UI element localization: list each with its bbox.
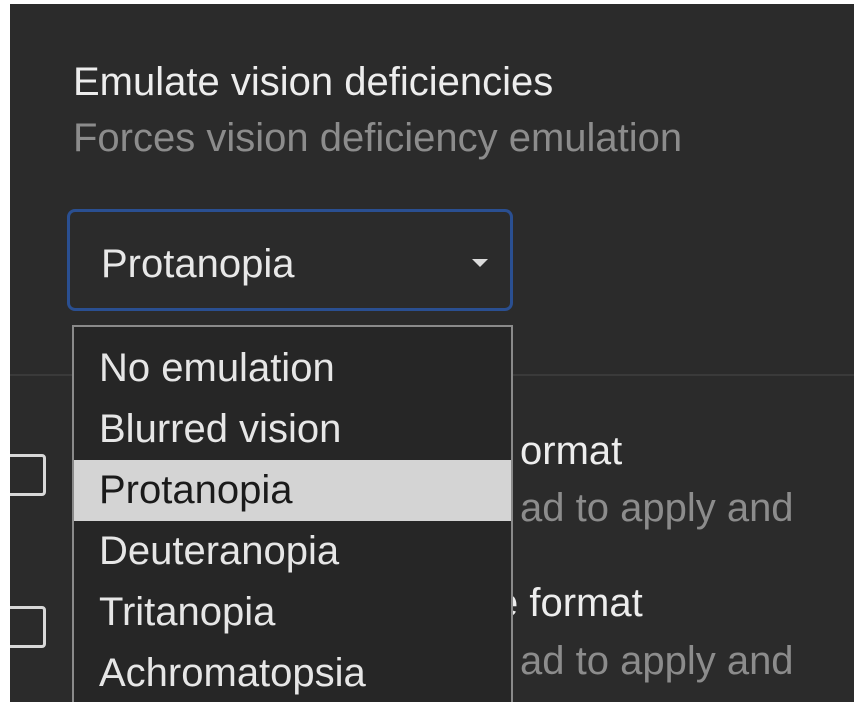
setting-checkbox-2[interactable] (10, 606, 46, 648)
setting-checkbox-1[interactable] (10, 454, 46, 496)
option-blurred-vision[interactable]: Blurred vision (74, 399, 511, 460)
setting-description-2: ad to apply and (520, 639, 794, 683)
vision-deficiency-dropdown-list: No emulation Blurred vision Protanopia D… (72, 325, 513, 702)
option-deuteranopia[interactable]: Deuteranopia (74, 521, 511, 582)
option-tritanopia[interactable]: Tritanopia (74, 582, 511, 643)
option-no-emulation[interactable]: No emulation (74, 338, 511, 399)
option-achromatopsia[interactable]: Achromatopsia (74, 643, 511, 702)
rendering-settings-panel: Emulate vision deficiencies Forces visio… (10, 4, 854, 702)
option-protanopia[interactable]: Protanopia (74, 460, 511, 521)
setting-description: Forces vision deficiency emulation (73, 116, 683, 160)
vision-deficiency-select[interactable]: Protanopia (67, 209, 513, 311)
setting-label-2: e format (496, 581, 643, 625)
setting-description-1: ad to apply and (520, 486, 794, 530)
setting-title: Emulate vision deficiencies (73, 60, 554, 104)
setting-label-1: ormat (520, 429, 623, 473)
caret-down-icon (472, 259, 488, 267)
select-value: Protanopia (101, 242, 295, 286)
